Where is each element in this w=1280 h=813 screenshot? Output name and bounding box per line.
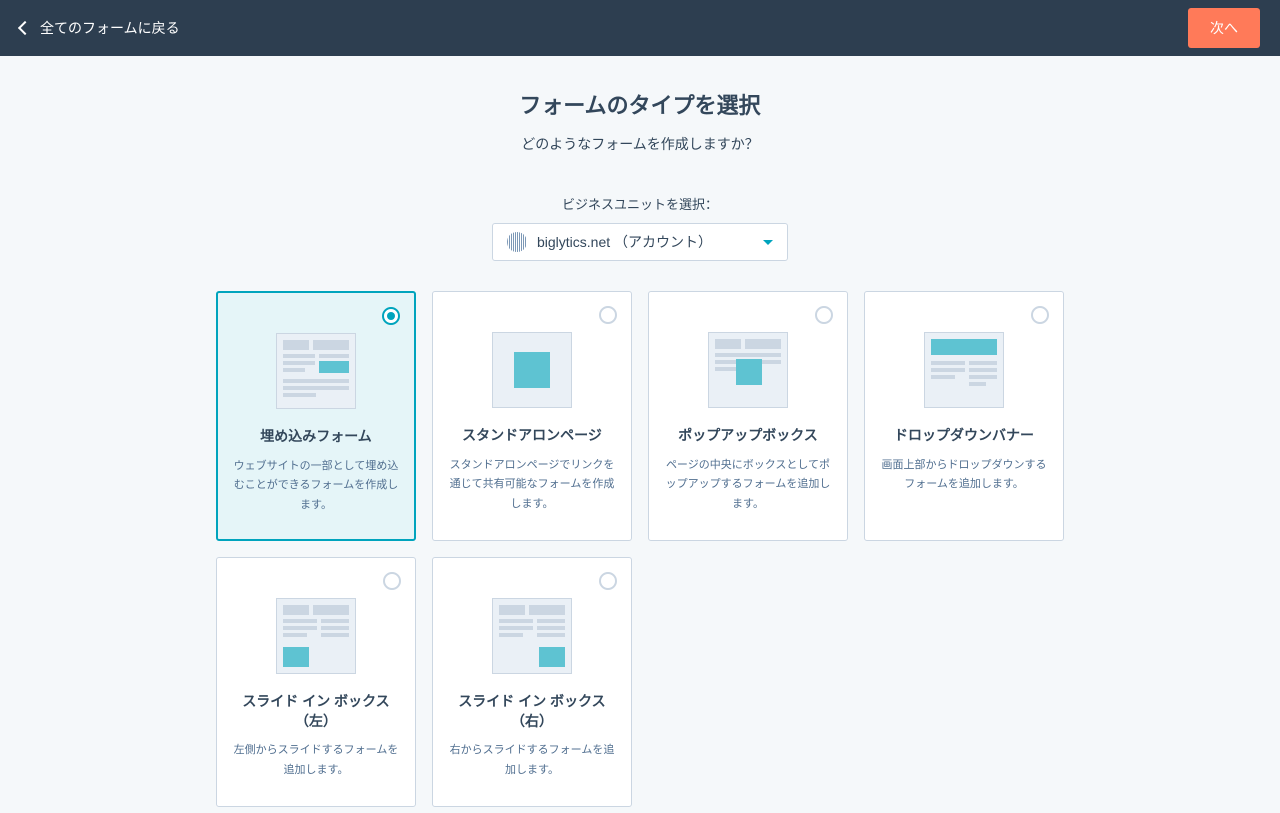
page-title: フォームのタイプを選択	[0, 88, 1280, 120]
radio-icon	[815, 306, 833, 324]
card-title: ドロップダウンバナー	[894, 426, 1034, 446]
card-desc: 右からスライドするフォームを追加します。	[447, 741, 617, 781]
thumbnail-slide-left-icon	[276, 598, 356, 674]
card-desc: 左側からスライドするフォームを追加します。	[231, 741, 401, 781]
card-title: スタンドアロンページ	[462, 426, 602, 446]
form-type-card-dropdown-banner[interactable]: ドロップダウンバナー 画面上部からドロップダウンするフォームを追加します。	[864, 291, 1064, 541]
card-title: ポップアップボックス	[678, 426, 818, 446]
form-type-card-slide-right[interactable]: スライド イン ボックス（右） 右からスライドするフォームを追加します。	[432, 557, 632, 807]
radio-icon	[382, 307, 400, 325]
radio-icon	[1031, 306, 1049, 324]
radio-icon	[599, 572, 617, 590]
card-title: スライド イン ボックス（左）	[231, 692, 401, 731]
radio-icon	[383, 572, 401, 590]
card-desc: スタンドアロンページでリンクを通じて共有可能なフォームを作成します。	[447, 456, 617, 515]
back-label: 全てのフォームに戻る	[40, 18, 180, 38]
chevron-left-icon	[18, 21, 32, 35]
business-unit-select[interactable]: biglytics.net （アカウント）	[492, 223, 788, 261]
business-unit-label: ビジネスユニットを選択：	[0, 194, 1280, 213]
back-to-forms-link[interactable]: 全てのフォームに戻る	[20, 18, 180, 38]
next-button[interactable]: 次へ	[1188, 8, 1260, 48]
main-content: フォームのタイプを選択 どのようなフォームを作成しますか？ ビジネスユニットを選…	[0, 56, 1280, 807]
form-type-card-slide-left[interactable]: スライド イン ボックス（左） 左側からスライドするフォームを追加します。	[216, 557, 416, 807]
thumbnail-popup-icon	[708, 332, 788, 408]
thumbnail-standalone-icon	[492, 332, 572, 408]
card-title: 埋め込みフォーム	[260, 427, 372, 447]
business-unit-selected: biglytics.net （アカウント）	[537, 232, 712, 252]
form-type-card-embedded[interactable]: 埋め込みフォーム ウェブサイトの一部として埋め込むことができるフォームを作成しま…	[216, 291, 416, 541]
card-title: スライド イン ボックス（右）	[447, 692, 617, 731]
radio-icon	[599, 306, 617, 324]
thumbnail-embedded-icon	[276, 333, 356, 409]
card-desc: ページの中央にボックスとしてポップアップするフォームを追加します。	[663, 456, 833, 515]
thumbnail-dropdown-banner-icon	[924, 332, 1004, 408]
form-type-card-standalone[interactable]: スタンドアロンページ スタンドアロンページでリンクを通じて共有可能なフォームを作…	[432, 291, 632, 541]
account-logo-icon	[507, 232, 527, 252]
caret-down-icon	[763, 240, 773, 245]
form-type-grid: 埋め込みフォーム ウェブサイトの一部として埋め込むことができるフォームを作成しま…	[216, 291, 1064, 807]
card-desc: ウェブサイトの一部として埋め込むことができるフォームを作成します。	[232, 457, 400, 516]
card-desc: 画面上部からドロップダウンするフォームを追加します。	[879, 456, 1049, 496]
header-bar: 全てのフォームに戻る 次へ	[0, 0, 1280, 56]
form-type-card-popup[interactable]: ポップアップボックス ページの中央にボックスとしてポップアップするフォームを追加…	[648, 291, 848, 541]
thumbnail-slide-right-icon	[492, 598, 572, 674]
page-subtitle: どのようなフォームを作成しますか？	[0, 134, 1280, 154]
